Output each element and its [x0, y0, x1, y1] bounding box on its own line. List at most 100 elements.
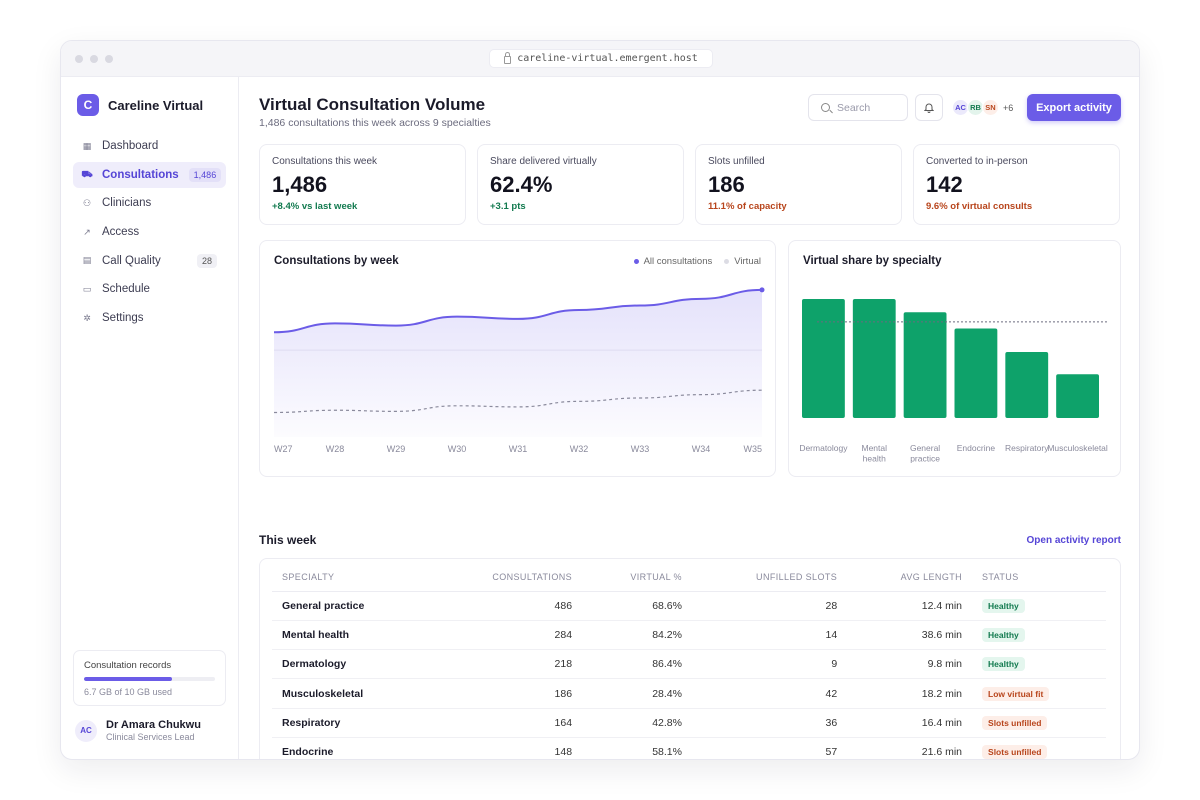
cell-avg: 38.6 min	[847, 620, 973, 651]
sidebar-item-label: Access	[102, 226, 140, 239]
search-icon	[821, 103, 830, 112]
maximize-dot[interactable]	[105, 55, 113, 63]
sidebar-item-dashboard[interactable]: ▦ Dashboard	[73, 133, 226, 159]
sidebar-item-schedule[interactable]: ▭ Schedule	[73, 276, 226, 302]
user-profile[interactable]: AC Dr Amara Chukwu Clinical Services Lea…	[75, 719, 201, 742]
minimize-dot[interactable]	[90, 55, 98, 63]
kpi-card: Consultations this week 1,486 +8.4% vs las…	[259, 144, 466, 225]
close-dot[interactable]	[75, 55, 83, 63]
x-tick-label: W35	[743, 444, 762, 454]
cell-specialty: Dermatology	[272, 649, 429, 680]
cell-virtual: 84.2%	[582, 620, 692, 651]
x-tick-label: W30	[448, 444, 467, 454]
kpi-card: Share delivered virtually 62.4% +3.1 pts	[477, 144, 684, 225]
bar-dermatology[interactable]	[802, 299, 845, 418]
cell-virtual: 28.4%	[582, 678, 692, 709]
more-avatars-count[interactable]: +6	[1003, 103, 1013, 113]
sidebar-item-clinicians[interactable]: ⚇ Clinicians	[73, 190, 226, 216]
cell-unfilled: 42	[691, 678, 848, 709]
column-header[interactable]: AVG LENGTH	[847, 564, 973, 592]
table-row[interactable]: Musculoskeletal 186 28.4% 42 18.2 min Low vir…	[272, 678, 1106, 709]
sidebar-item-label: Settings	[102, 312, 144, 325]
x-tick-label: W32	[570, 444, 589, 454]
sidebar-item-label: Call Quality	[102, 254, 161, 267]
gear-icon: ✲	[83, 312, 91, 323]
bar-mental-health[interactable]	[852, 299, 896, 418]
cell-status: Slots unfilled	[972, 737, 1106, 759]
column-header[interactable]: VIRTUAL %	[582, 564, 692, 592]
sidebar-item-label: Dashboard	[102, 140, 159, 152]
count-badge: 28	[196, 253, 217, 268]
cell-specialty: Mental health	[272, 620, 429, 651]
storage-used: 6.7 GB of 10 GB used	[84, 687, 173, 697]
export-activity-button[interactable]: Export activity	[1027, 94, 1121, 121]
cell-unfilled: 9	[691, 649, 848, 680]
notifications-button[interactable]	[915, 94, 943, 121]
sidebar-item-settings[interactable]: ✲ Settings	[73, 305, 226, 331]
column-header[interactable]: STATUS	[972, 564, 1106, 592]
kpi-value: 142	[926, 172, 963, 197]
column-header[interactable]: CONSULTATIONS	[429, 564, 583, 592]
cell-avg: 18.2 min	[847, 678, 973, 709]
column-header[interactable]: SPECIALTY	[272, 564, 429, 592]
table-row[interactable]: Mental health 284 84.2% 14 38.6 min Healthy	[272, 620, 1106, 651]
cell-virtual: 68.6%	[582, 591, 692, 621]
calendar-icon: ▭	[82, 283, 92, 294]
search-placeholder: Search	[837, 101, 871, 114]
bar-general-practice[interactable]	[903, 312, 947, 418]
kpi-label: Slots unfilled	[708, 156, 765, 167]
address-bar[interactable]: careline-virtual.emergent.host	[489, 49, 713, 68]
brand[interactable]: C Careline Virtual	[77, 94, 203, 116]
sidebar-item-consultations[interactable]: ⛟ Consultations 1,486	[73, 161, 226, 188]
cell-consultations: 218	[429, 649, 583, 680]
users-icon: ⚇	[82, 197, 92, 208]
kpi-card: Converted to in-person 142 9.6% of virtual…	[913, 144, 1120, 225]
sidebar-item-label: Clinicians	[102, 197, 152, 210]
kpi-label: Share delivered virtually	[490, 156, 597, 167]
avatar: AC	[75, 719, 97, 742]
bar-musculoskeletal[interactable]	[1056, 374, 1099, 418]
sidebar-item-call-quality[interactable]: ▤ Call Quality 28	[73, 248, 226, 274]
kpi-delta: 9.6% of virtual consults	[926, 201, 1033, 212]
cell-consultations: 148	[554, 746, 573, 759]
main-content: Virtual Consultation Volume 1,486 consul…	[259, 77, 1121, 759]
x-tick-label: Endocrine	[957, 443, 996, 453]
bar-endocrine[interactable]	[954, 328, 998, 418]
user-role: Clinical Services Lead	[106, 732, 195, 742]
data-point-last[interactable]	[759, 287, 765, 293]
storage-card: Consultation records 6.7 GB of 10 GB use…	[73, 650, 226, 706]
sidebar: C Careline Virtual ▦ Dashboard ⛟ Consultati…	[61, 77, 239, 759]
table-row[interactable]: Dermatology 218 86.4% 9 9.8 min Healthy	[272, 649, 1106, 680]
sidebar-item-access[interactable]: ↗ Access	[73, 219, 226, 245]
table-row[interactable]: General practice 486 68.6% 28 12.4 min Health…	[272, 591, 1106, 621]
cell-status: Slots unfilled	[972, 708, 1106, 738]
storage-progress	[84, 677, 215, 681]
user-name: Dr Amara Chukwu	[106, 719, 201, 731]
status-badge: Healthy	[982, 657, 1025, 672]
bar-respiratory[interactable]	[1005, 352, 1049, 418]
status-badge: Healthy	[982, 627, 1025, 642]
cell-specialty: General practice	[272, 591, 429, 621]
search-input[interactable]: Search	[808, 94, 908, 121]
window-controls	[75, 55, 113, 63]
cell-avg: 16.4 min	[847, 708, 973, 738]
open-activity-report-link[interactable]: Open activity report	[1027, 535, 1121, 546]
table-row[interactable]: Respiratory 164 42.8% 36 16.4 min Slots unfil…	[272, 708, 1106, 738]
browser-titlebar: careline-virtual.emergent.host	[61, 41, 1139, 77]
x-tick-label: W33	[631, 444, 650, 454]
table-row[interactable]: Endocrine 148 58.1% 57 21.6 min Slots unfille…	[272, 737, 1106, 759]
cell-unfilled: 36	[691, 708, 848, 738]
cell-specialty: Musculoskeletal	[272, 678, 429, 709]
cell-consultations: 486	[429, 591, 583, 621]
cell-unfilled: 28	[691, 591, 848, 621]
x-tick-label: W31	[509, 444, 528, 454]
document-icon: ▤	[82, 255, 92, 266]
kpi-label: Consultations this week	[272, 156, 378, 167]
collaborator-avatars[interactable]: AC RB SN +6	[952, 99, 1013, 116]
column-header[interactable]: UNFILLED SLOTS	[691, 564, 848, 592]
avatar[interactable]: SN	[982, 99, 999, 116]
kpi-delta: +3.1 pts	[490, 201, 526, 212]
url-text: careline-virtual.emergent.host	[517, 53, 698, 64]
page-subtitle: 1,486 consultations this week across 9 s…	[259, 117, 491, 129]
status-badge: Healthy	[982, 598, 1025, 613]
